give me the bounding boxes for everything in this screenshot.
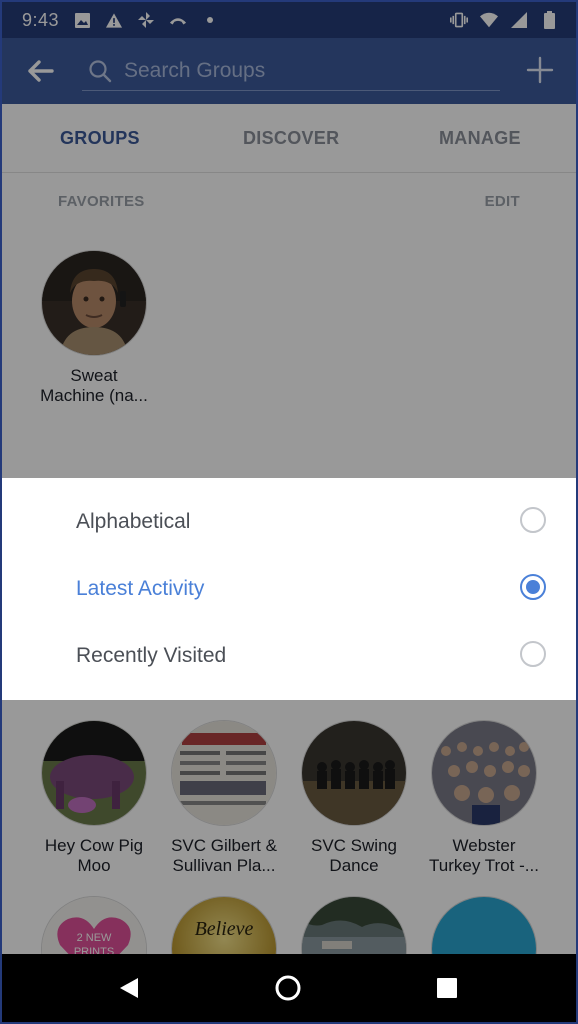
sort-option-recently-visited[interactable]: Recently Visited	[2, 624, 576, 691]
sort-options-sheet: Alphabetical Latest Activity Recently Vi…	[2, 478, 576, 700]
sort-option-alphabetical[interactable]: Alphabetical	[2, 490, 576, 557]
nav-back-button[interactable]	[113, 972, 145, 1004]
nav-home-button[interactable]	[272, 972, 304, 1004]
sort-option-label: Alphabetical	[76, 510, 191, 533]
sort-option-label: Latest Activity	[76, 577, 205, 600]
radio-button-latest-activity[interactable]	[520, 574, 546, 600]
navigation-bar	[2, 954, 576, 1022]
square-recents-icon	[437, 978, 457, 998]
circle-home-icon	[275, 975, 301, 1001]
sort-option-latest-activity[interactable]: Latest Activity	[2, 557, 576, 624]
screen: 9:43 Search Groups GROUPS DISCOVER MANAG…	[0, 0, 578, 1024]
radio-button-recently-visited[interactable]	[520, 641, 546, 667]
sort-option-label: Recently Visited	[76, 644, 227, 667]
radio-button-alphabetical[interactable]	[520, 507, 546, 533]
nav-recents-button[interactable]	[431, 972, 463, 1004]
triangle-back-icon	[120, 978, 138, 998]
